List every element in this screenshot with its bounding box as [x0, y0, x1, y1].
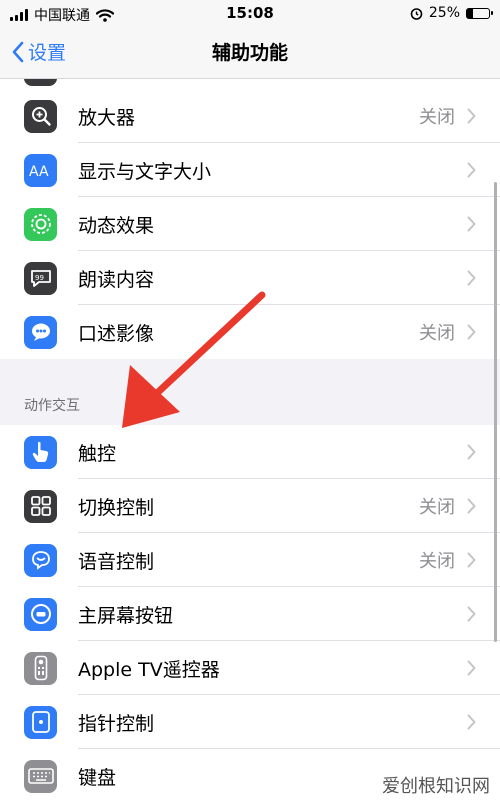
annotation-arrow-icon	[122, 291, 266, 428]
